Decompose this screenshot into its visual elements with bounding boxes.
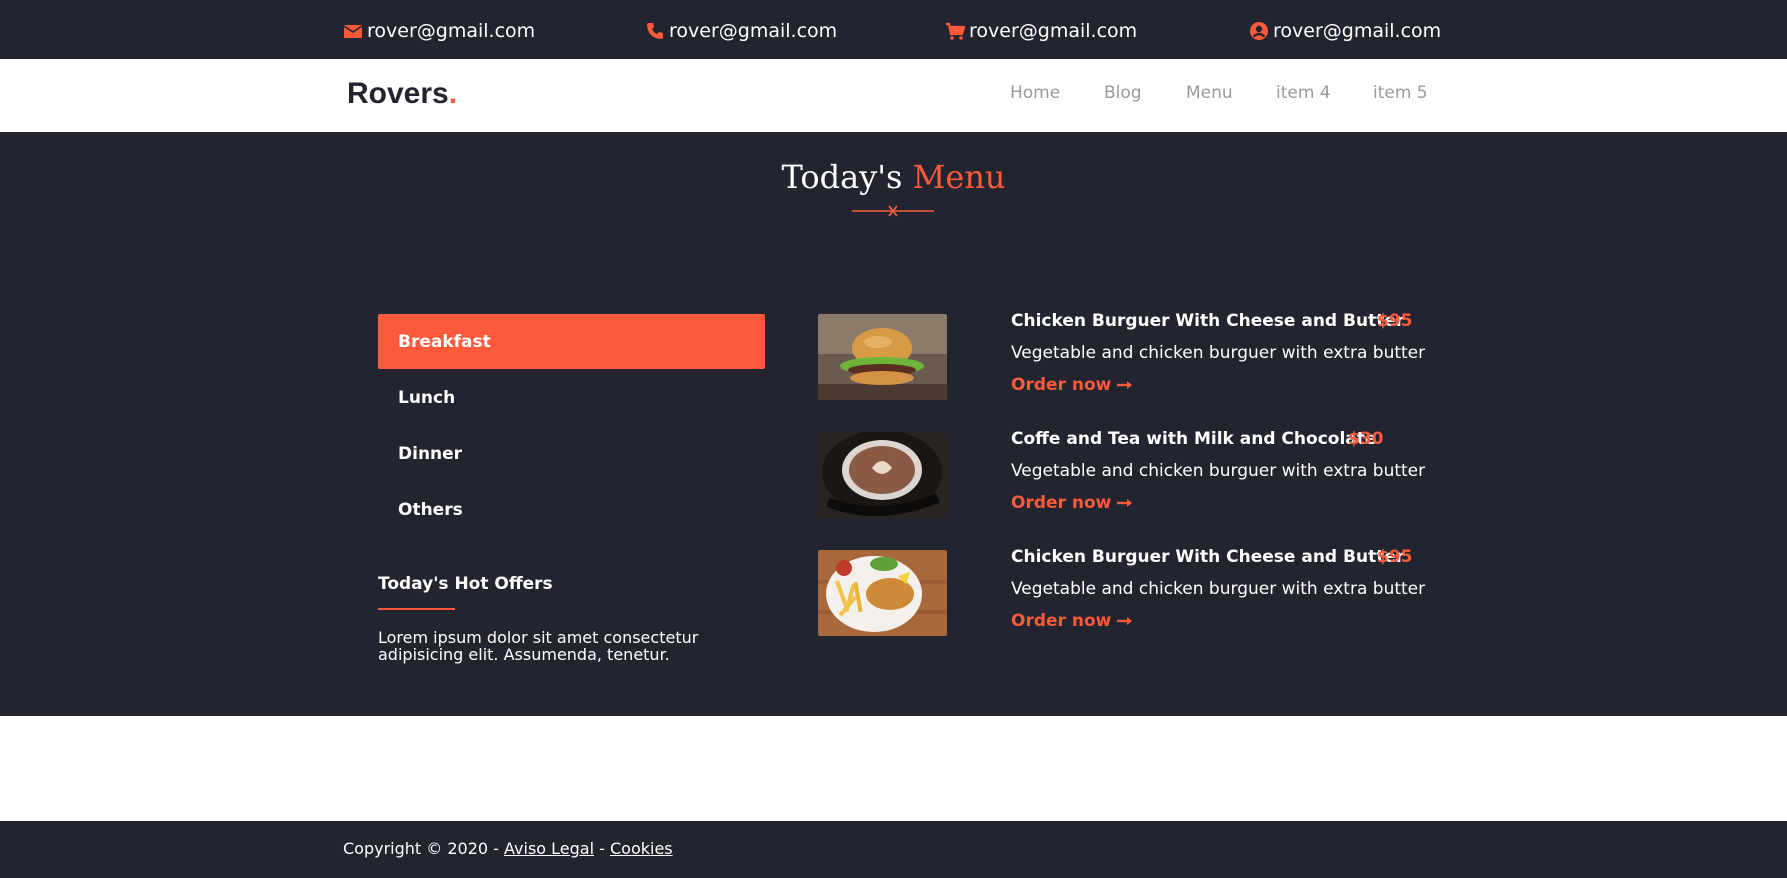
contact-user[interactable]: rover@gmail.com [1249,19,1441,43]
item-name: Chicken Burguer With Cheese and Butter [1011,311,1405,331]
contact-phone[interactable]: rover@gmail.com [645,19,837,43]
logo[interactable]: Rovers. [347,77,457,111]
cookies-link[interactable]: Cookies [610,839,673,858]
nav-item-5[interactable]: item 5 [1373,83,1428,103]
contact-cart[interactable]: rover@gmail.com [945,19,1137,43]
contact-phone-text: rover@gmail.com [669,20,838,42]
item-name: Chicken Burguer With Cheese and Butter [1011,547,1405,567]
item-description: Vegetable and chicken burguer with extra… [1011,461,1426,481]
nav-item-menu[interactable]: Menu [1186,83,1233,103]
item-description: Vegetable and chicken burguer with extra… [1011,343,1426,363]
order-now-label: Order now [1011,375,1112,395]
item-name: Coffe and Tea with Milk and Chocolate [1011,429,1377,449]
contact-bar: rover@gmail.com rover@gmail.com rover@gm… [0,0,1787,59]
order-now-label: Order now [1011,493,1112,513]
arrow-right-icon [1117,611,1133,631]
nav-item-home[interactable]: Home [1010,83,1060,103]
section-title-part1: Today's [781,158,903,196]
contact-email-text: rover@gmail.com [367,20,536,42]
logo-text: Rovers [347,77,449,110]
item-price: $95 [1377,547,1413,567]
arrow-right-icon [1117,493,1133,513]
hot-offers-underline [378,608,455,610]
item-price: $30 [1348,429,1384,449]
aviso-legal-link[interactable]: Aviso Legal [504,839,594,858]
nav-item-blog[interactable]: Blog [1104,83,1142,103]
contact-user-text: rover@gmail.com [1273,20,1442,42]
footer-text: Copyright © 2020 - Aviso Legal - Cookies [343,839,673,858]
category-breakfast[interactable]: Breakfast [378,314,765,369]
fish-and-chips-photo [818,550,947,636]
order-now-label: Order now [1011,611,1112,631]
category-others[interactable]: Others [378,482,765,537]
contact-cart-text: rover@gmail.com [969,20,1138,42]
phone-icon [645,21,665,41]
envelope-icon [343,21,363,41]
navbar: Rovers. Home Blog Menu item 4 item 5 [0,59,1787,132]
section-title: Today's Menu [0,158,1787,196]
category-dinner[interactable]: Dinner [378,426,765,481]
order-now-link[interactable]: Order now [1011,611,1133,631]
category-lunch[interactable]: Lunch [378,370,765,425]
menu-section: Today's Menu Breakfast Lunch Dinner Othe… [0,132,1787,716]
title-decoration [852,202,934,218]
item-description: Vegetable and chicken burguer with extra… [1011,579,1426,599]
copyright-text: Copyright © 2020 - [343,839,505,858]
footer: Copyright © 2020 - Aviso Legal - Cookies [0,821,1787,878]
user-circle-icon [1249,21,1269,41]
contact-email[interactable]: rover@gmail.com [343,19,535,43]
item-price: $95 [1377,311,1413,331]
section-title-part2: Menu [912,158,1006,196]
logo-dot: . [448,77,458,110]
hot-offers-title: Today's Hot Offers [378,574,553,594]
burger-photo [818,314,947,400]
order-now-link[interactable]: Order now [1011,493,1133,513]
footer-separator: - [594,839,610,858]
nav-item-4[interactable]: item 4 [1276,83,1331,103]
cart-icon [945,21,965,41]
arrow-right-icon [1117,375,1133,395]
order-now-link[interactable]: Order now [1011,375,1133,395]
coffee-photo [818,432,947,518]
hot-offers-text: Lorem ipsum dolor sit amet consectetur a… [378,628,699,664]
